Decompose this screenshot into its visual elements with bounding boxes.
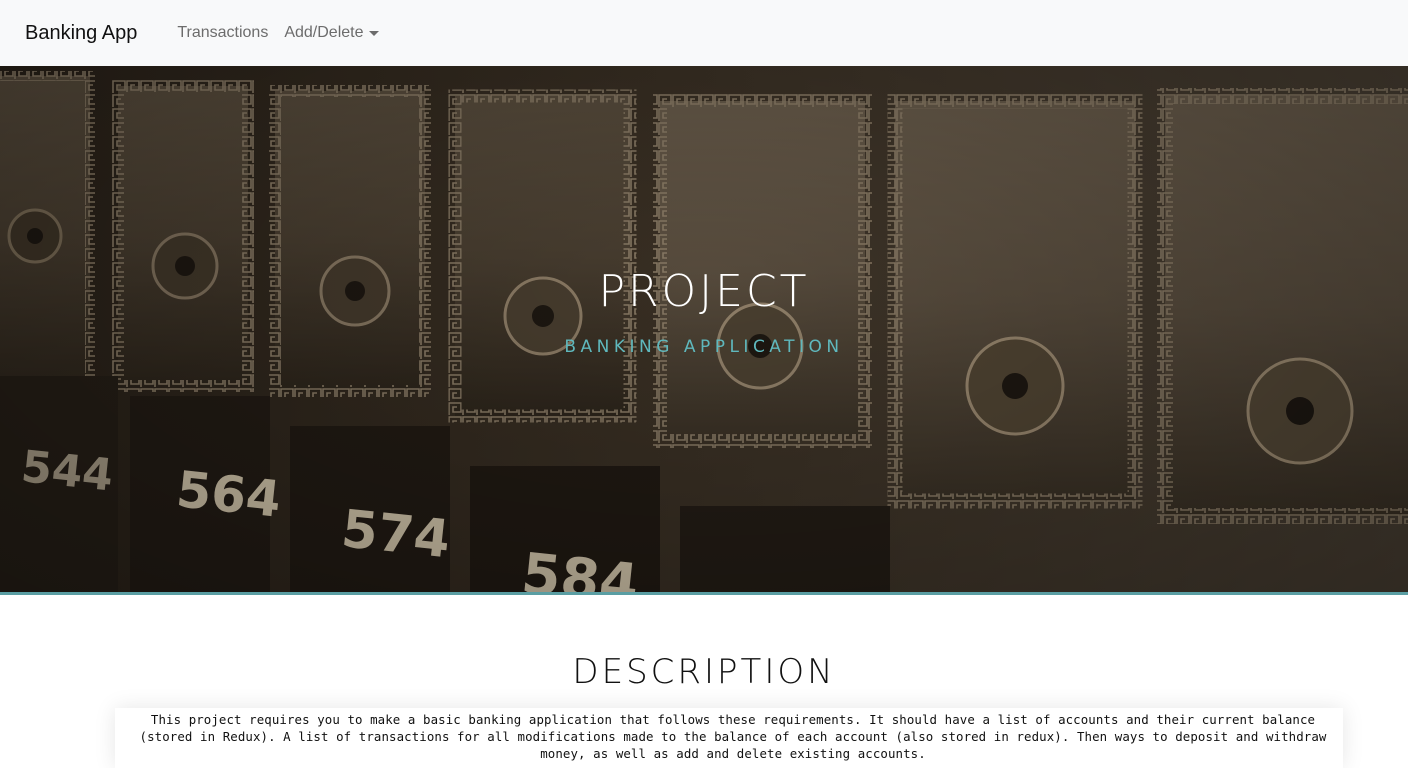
- hero-banner: 544 564 574 584 PROJECT BANKING APPLICAT…: [0, 66, 1408, 592]
- hero-overlay: [0, 66, 1408, 592]
- hero-title: PROJECT: [598, 266, 810, 317]
- chevron-down-icon: [368, 30, 379, 36]
- nav-link-transactions[interactable]: Transactions: [177, 24, 268, 42]
- nav-link-label: Add/Delete: [284, 24, 364, 41]
- nav-dropdown-add-delete[interactable]: Add/Delete: [284, 24, 379, 42]
- hero-divider: [0, 592, 1408, 595]
- nav-link-label: Transactions: [177, 24, 269, 41]
- description-text: This project requires you to make a basi…: [139, 712, 1327, 761]
- brand-link[interactable]: Banking App: [25, 22, 137, 45]
- top-navbar: Banking App Transactions Add/Delete: [0, 0, 1408, 66]
- description-heading: DESCRIPTION: [572, 652, 836, 692]
- hero-subtitle: BANKING APPLICATION: [564, 337, 844, 357]
